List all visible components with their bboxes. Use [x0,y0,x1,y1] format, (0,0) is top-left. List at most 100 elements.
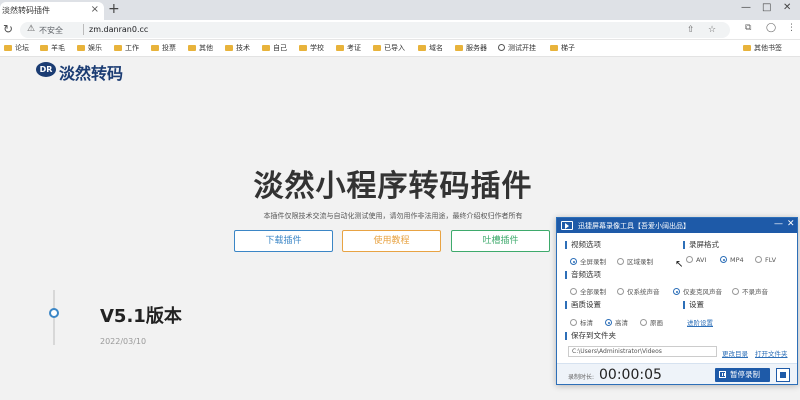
video-option-region[interactable]: 区域录制 [617,256,653,266]
open-folder-link[interactable]: 打开文件夹 [755,348,788,358]
quality-option-original[interactable]: 原画 [640,317,663,327]
page-title: 淡然小程序转码插件 [253,169,533,204]
menu-icon[interactable]: ⋮ [787,23,796,33]
radio-checked-icon [570,258,577,265]
bookmark-item[interactable]: 服务器 [455,43,487,53]
maximize-icon[interactable]: □ [762,2,771,13]
format-option-mp4[interactable]: MP4 [720,256,744,264]
pause-icon [719,371,726,378]
url-text[interactable]: zm.danran0.cc [89,25,148,34]
quality-option-hd[interactable]: 高清 [605,317,628,327]
bookmark-item[interactable]: 其他 [188,43,213,53]
bookmark-item[interactable]: 羊毛 [40,43,65,53]
bookmark-item[interactable]: 测试开挂 [498,43,536,53]
profile-icon[interactable]: ◯ [766,23,776,33]
bookmark-item[interactable]: 工作 [114,43,139,53]
close-window-icon[interactable]: ✕ [783,2,791,13]
minimize-icon[interactable]: — [741,2,751,13]
video-options-heading: 视频选项 [565,241,601,249]
logo-badge[interactable]: DR [36,62,56,77]
advanced-settings-link[interactable]: 进阶设置 [687,317,713,327]
radio-checked-icon [673,288,680,295]
new-tab-button[interactable]: + [108,1,120,17]
share-icon[interactable]: ⇧ [687,25,695,35]
omnibox-divider [83,24,84,35]
format-option-flv[interactable]: FLV [755,256,776,264]
other-bookmarks[interactable]: 其他书签 [743,43,782,53]
format-heading: 录屏格式 [683,241,719,249]
folder-icon [40,45,48,51]
quality-heading: 画质设置 [565,301,601,309]
folder-icon [262,45,270,51]
radio-icon [617,288,624,295]
bookmark-item[interactable]: 论坛 [4,43,29,53]
folder-icon [336,45,344,51]
folder-icon [77,45,85,51]
bookmark-item[interactable]: 娱乐 [77,43,102,53]
radio-icon [570,288,577,295]
address-bar: ↻ ⚠ 不安全 zm.danran0.cc ⇧ ☆ ⧉ ◯ ⋮ [0,20,800,40]
audio-options-heading: 音频选项 [565,271,601,279]
settings-heading: 设置 [683,301,704,309]
security-status[interactable]: 不安全 [39,25,63,36]
folder-icon [225,45,233,51]
tab-close-icon[interactable]: × [91,4,99,15]
omnibox[interactable]: ⚠ 不安全 zm.danran0.cc ⇧ ☆ [20,22,730,38]
audio-option-all[interactable]: 全部录制 [570,286,606,296]
bookmark-item[interactable]: 自己 [262,43,287,53]
bookmark-item[interactable]: 梯子 [550,43,575,53]
folder-icon [743,45,751,51]
tab-bar: 淡然转码插件 × + — □ ✕ [0,0,800,20]
radio-icon [686,256,693,263]
folder-icon [455,45,463,51]
tab-title: 淡然转码插件 [2,6,50,15]
radio-checked-icon [605,319,612,326]
audio-option-system[interactable]: 仅系统声音 [617,286,660,296]
bookmark-item[interactable]: 域名 [418,43,443,53]
video-icon [561,221,573,230]
folder-icon [550,45,558,51]
radio-checked-icon [720,256,727,263]
tutorial-button[interactable]: 使用教程 [342,230,441,252]
bookmark-item[interactable]: 已导入 [373,43,405,53]
version-title: V5.1版本 [100,306,182,327]
star-icon[interactable]: ☆ [708,25,716,35]
radio-icon [640,319,647,326]
quality-option-sd[interactable]: 标清 [570,317,593,327]
logo-text[interactable]: 淡然转码 [59,60,123,84]
change-directory-link[interactable]: 更改目录 [722,348,748,358]
format-option-avi[interactable]: AVI [686,256,706,264]
timer-label: 录制时长: [568,374,595,381]
folder-icon [373,45,381,51]
bookmarks-bar: 论坛 羊毛 娱乐 工作 投票 其他 技术 自己 学校 考证 已导入 域名 服务器… [0,40,800,57]
folder-icon [418,45,426,51]
bookmark-item[interactable]: 考证 [336,43,361,53]
download-button[interactable]: 下载插件 [234,230,333,252]
audio-option-none[interactable]: 不录声音 [732,286,768,296]
minimize-icon[interactable]: — [774,219,783,229]
recorder-titlebar[interactable]: 迅捷屏幕录像工具【吾爱小阔出品】 — ✕ [557,218,797,233]
puzzle-icon[interactable]: ⧉ [745,23,751,33]
feedback-button[interactable]: 吐槽插件 [451,230,550,252]
radio-icon [732,288,739,295]
bookmark-item[interactable]: 投票 [151,43,176,53]
bookmark-item[interactable]: 学校 [299,43,324,53]
save-path-field[interactable]: C:\Users\Administrator\Videos [568,346,717,357]
version-date: 2022/03/10 [100,337,147,346]
tab-current[interactable]: 淡然转码插件 × [0,2,104,20]
timeline-dot [49,308,59,318]
radio-icon [617,258,624,265]
recording-timer: 00:00:05 [599,367,662,383]
pause-recording-button[interactable]: 暂停录制 [715,368,770,382]
folder-icon [114,45,122,51]
reload-icon[interactable]: ↻ [3,22,13,36]
stop-icon[interactable] [776,368,790,382]
close-icon[interactable]: ✕ [787,219,795,229]
bookmark-item[interactable]: 技术 [225,43,250,53]
warning-icon[interactable]: ⚠ [27,24,35,34]
save-folder-heading: 保存到文件夹 [565,332,616,340]
audio-option-mic[interactable]: 仅麦克风声音 [673,286,722,296]
video-option-fullscreen[interactable]: 全屏录制 [570,256,606,266]
radio-icon [755,256,762,263]
radio-icon [570,319,577,326]
